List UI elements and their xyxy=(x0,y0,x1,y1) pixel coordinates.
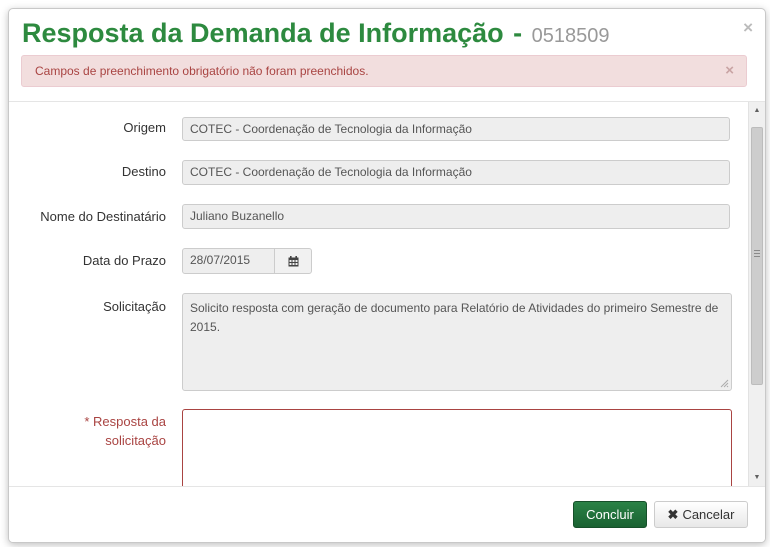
modal-body: Origem COTEC - Coordenação de Tecnologia… xyxy=(9,102,765,486)
calendar-button[interactable] xyxy=(274,248,312,274)
error-alert: Campos de preenchimento obrigatório não … xyxy=(21,55,747,87)
cancelar-button[interactable]: ✖ Cancelar xyxy=(654,501,748,528)
demand-code: 0518509 xyxy=(531,25,610,47)
title-separator: - xyxy=(513,18,523,48)
resposta-textarea[interactable] xyxy=(182,409,732,486)
resposta-label: * Resposta da solicitação xyxy=(84,412,166,450)
destino-field: COTEC - Coordenação de Tecnologia da Inf… xyxy=(182,160,730,185)
prazo-field[interactable]: 28/07/2015 xyxy=(182,248,275,274)
modal-title-text: Resposta da Demanda de Informação xyxy=(22,18,504,48)
scroll-grip-icon xyxy=(754,250,760,259)
modal-header: Resposta da Demanda de Informação - 0518… xyxy=(9,9,765,102)
concluir-button[interactable]: Concluir xyxy=(573,501,647,528)
solicitacao-text: Solicito resposta com geração de documen… xyxy=(190,301,719,334)
origem-field: COTEC - Coordenação de Tecnologia da Inf… xyxy=(182,117,730,141)
destinatario-label: Nome do Destinatário xyxy=(40,209,166,224)
scroll-up-arrow-icon[interactable]: ▲ xyxy=(749,102,765,119)
alert-message: Campos de preenchimento obrigatório não … xyxy=(35,64,369,78)
prazo-label: Data do Prazo xyxy=(82,253,166,268)
modal-footer: Concluir ✖ Cancelar xyxy=(9,486,765,542)
resize-grip-icon[interactable] xyxy=(720,379,729,388)
alert-close-icon[interactable]: × xyxy=(725,62,734,79)
close-icon: ✖ xyxy=(667,507,679,522)
response-modal: Resposta da Demanda de Informação - 0518… xyxy=(8,8,766,543)
calendar-icon xyxy=(288,256,299,267)
close-icon[interactable]: × xyxy=(743,19,753,36)
vertical-scrollbar[interactable]: ▲ ▼ xyxy=(748,102,765,486)
destino-label: Destino xyxy=(121,164,166,179)
cancelar-label: Cancelar xyxy=(682,507,735,522)
solicitacao-label: Solicitação xyxy=(103,299,166,314)
destinatario-field: Juliano Buzanello xyxy=(182,204,730,229)
origem-label: Origem xyxy=(123,120,166,135)
scrollbar-thumb[interactable] xyxy=(751,127,763,385)
resposta-label-line2: solicitação xyxy=(105,433,166,448)
solicitacao-field: Solicito resposta com geração de documen… xyxy=(182,293,732,391)
scroll-down-arrow-icon[interactable]: ▼ xyxy=(749,469,765,486)
resposta-label-line1: * Resposta da xyxy=(84,414,166,429)
modal-title: Resposta da Demanda de Informação - 0518… xyxy=(22,18,610,49)
